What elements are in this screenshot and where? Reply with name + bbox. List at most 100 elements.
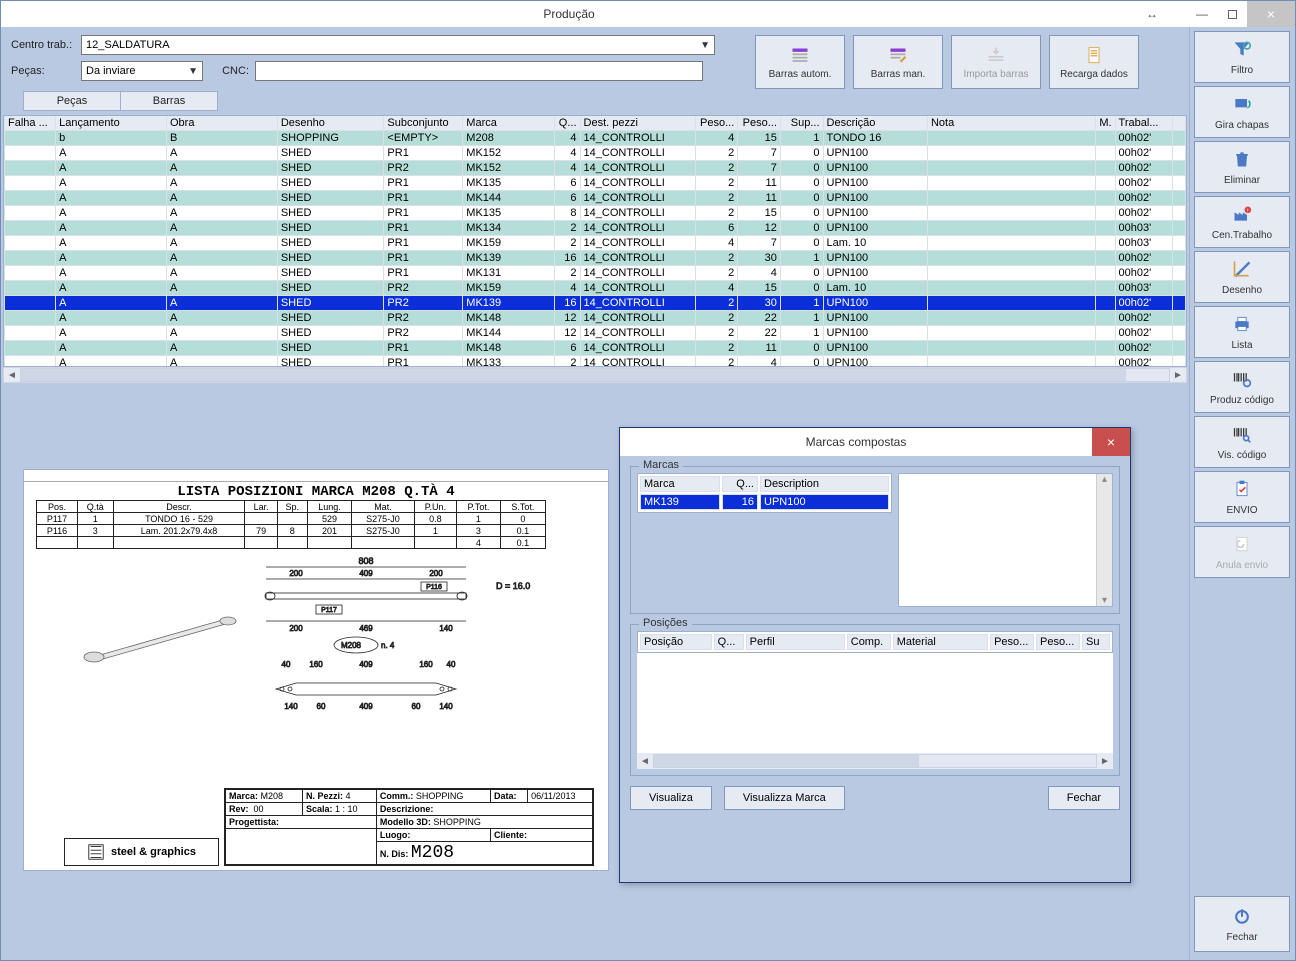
table-row[interactable]: bBSHOPPING<EMPTY>M208414_CONTROLLI4151TO…: [5, 131, 1186, 146]
svg-text:n. 4: n. 4: [381, 641, 395, 650]
pecas-select[interactable]: Da inviare ▼: [81, 61, 203, 81]
drawing-title: LISTA POSIZIONI MARCA M208 Q.TÀ 4: [24, 484, 608, 500]
clipboard-check-icon: [1231, 479, 1253, 504]
main-grid[interactable]: Falha ...LançamentoObraDesenhoSubconjunt…: [3, 115, 1187, 367]
scroll-right-icon[interactable]: ►: [1170, 368, 1186, 382]
table-row[interactable]: MK13916UPN100: [640, 494, 889, 510]
grid-header[interactable]: Subconjunto: [384, 116, 463, 131]
grid-header[interactable]: Marca: [463, 116, 555, 131]
maximize-button[interactable]: [1217, 1, 1247, 27]
filtro-button[interactable]: Filtro: [1194, 31, 1290, 83]
lista-button[interactable]: Lista: [1194, 306, 1290, 358]
scroll-left-icon[interactable]: ◄: [4, 368, 20, 382]
table-row[interactable]: AASHEDPR1MK131214_CONTROLLI240UPN10000h0…: [5, 266, 1186, 281]
grid-header[interactable]: Obra: [167, 116, 278, 131]
visualiza-button[interactable]: Visualiza: [630, 786, 712, 810]
cnc-input[interactable]: [255, 61, 703, 81]
chevron-down-icon: ▼: [700, 40, 710, 51]
grid-header[interactable]: Desenho: [277, 116, 384, 131]
grid-hscrollbar[interactable]: ◄ ►: [3, 367, 1187, 383]
barcode-gear-icon: [1231, 369, 1253, 394]
grid-header[interactable]: Sup...: [780, 116, 823, 131]
resize-icon[interactable]: ↔: [1137, 1, 1167, 27]
svg-text:40: 40: [282, 660, 291, 669]
tabs: Peças Barras: [1, 91, 1189, 111]
dialog-buttons: Visualiza Visualizza Marca Fechar: [620, 786, 1130, 820]
table-row[interactable]: AASHEDPR1MK152414_CONTROLLI270UPN10000h0…: [5, 146, 1186, 161]
envio-button[interactable]: ENVIO: [1194, 471, 1290, 523]
grid-header[interactable]: Descrição: [823, 116, 927, 131]
centrabalho-button[interactable]: ! Cen.Trabalho: [1194, 196, 1290, 248]
grid-header[interactable]: Nota: [927, 116, 1095, 131]
barras-man-button[interactable]: Barras man.: [853, 35, 943, 89]
marcas-notes[interactable]: ▴▾: [898, 473, 1113, 607]
vis-codigo-button[interactable]: Vis. código: [1194, 416, 1290, 468]
grid-header[interactable]: Lançamento: [56, 116, 167, 131]
grid-header[interactable]: Peso...: [738, 116, 781, 131]
scroll-left-icon[interactable]: ◄: [637, 754, 653, 768]
desenho-button[interactable]: Desenho: [1194, 251, 1290, 303]
table-row[interactable]: AASHEDPR1MK135614_CONTROLLI2110UPN10000h…: [5, 176, 1186, 191]
table-row[interactable]: AASHEDPR1MK144614_CONTROLLI2110UPN10000h…: [5, 191, 1186, 206]
grid-header[interactable]: M.: [1096, 116, 1115, 131]
centro-trab-select[interactable]: 12_SALDATURA ▼: [81, 35, 715, 55]
tab-barras[interactable]: Barras: [120, 91, 218, 111]
svg-text:60: 60: [317, 702, 326, 711]
posicoes-grid[interactable]: PosiçãoQ...PerfilComp.MaterialPeso...Pes…: [637, 631, 1113, 753]
dialog-close-button[interactable]: ×: [1092, 428, 1130, 456]
posicoes-hscrollbar[interactable]: ◄ ►: [637, 753, 1113, 769]
svg-text:P116: P116: [426, 584, 442, 591]
svg-text:160: 160: [419, 660, 433, 669]
visualizza-marca-button[interactable]: Visualizza Marca: [724, 786, 845, 810]
table-row[interactable]: AASHEDPR2MK1391614_CONTROLLI2301UPN10000…: [5, 296, 1186, 311]
scroll-down-icon[interactable]: ▾: [1102, 595, 1107, 606]
list-edit-icon: [887, 45, 909, 67]
anula-envio-button[interactable]: Anula envio: [1194, 526, 1290, 578]
grid-header[interactable]: [1173, 116, 1186, 131]
grid-header[interactable]: Peso...: [695, 116, 738, 131]
fechar-button[interactable]: Fechar: [1194, 896, 1290, 952]
eliminar-button[interactable]: Eliminar: [1194, 141, 1290, 193]
grid-header[interactable]: Falha ...: [5, 116, 56, 131]
grid-header[interactable]: Trabal...: [1115, 116, 1173, 131]
recarga-dados-button[interactable]: Recarga dados: [1049, 35, 1139, 89]
main-toolbar: Barras autom. Barras man. Importa barras…: [737, 35, 1139, 89]
barras-autom-button[interactable]: Barras autom.: [755, 35, 845, 89]
close-button[interactable]: ×: [1247, 1, 1295, 27]
gira-chapas-button[interactable]: Gira chapas: [1194, 86, 1290, 138]
tab-pecas[interactable]: Peças: [23, 91, 121, 111]
dialog-titlebar[interactable]: Marcas compostas ×: [620, 428, 1130, 456]
svg-text:469: 469: [359, 624, 373, 633]
scroll-right-icon[interactable]: ►: [1097, 754, 1113, 768]
grid-header[interactable]: Q...: [554, 116, 580, 131]
import-icon: [985, 45, 1007, 67]
importa-barras-button[interactable]: Importa barras: [951, 35, 1041, 89]
marcas-grid[interactable]: MarcaQ...Description MK13916UPN100: [637, 473, 892, 607]
top-form: Centro trab.: 12_SALDATURA ▼ Peças: Da i…: [1, 27, 1189, 91]
table-row[interactable]: AASHEDPR2MK1481214_CONTROLLI2221UPN10000…: [5, 311, 1186, 326]
centro-trab-value: 12_SALDATURA: [86, 39, 170, 51]
minimize-button[interactable]: —: [1187, 1, 1217, 27]
produz-codigo-button[interactable]: Produz código: [1194, 361, 1290, 413]
ruler-icon: [1231, 259, 1253, 284]
table-row[interactable]: AASHEDPR2MK159414_CONTROLLI4150Lam. 1000…: [5, 281, 1186, 296]
dialog-fechar-button[interactable]: Fechar: [1048, 786, 1120, 810]
table-row[interactable]: AASHEDPR1MK148614_CONTROLLI2110UPN10000h…: [5, 341, 1186, 356]
list-icon: [789, 45, 811, 67]
dialog-title: Marcas compostas: [620, 435, 1092, 449]
grid-header[interactable]: Dest. pezzi: [580, 116, 695, 131]
window-title: Produção: [1, 7, 1137, 21]
table-row[interactable]: AASHEDPR2MK152414_CONTROLLI270UPN10000h0…: [5, 161, 1186, 176]
table-row[interactable]: AASHEDPR1MK134214_CONTROLLI6120UPN10000h…: [5, 221, 1186, 236]
document-icon: [1083, 45, 1105, 67]
table-row[interactable]: AASHEDPR2MK1441214_CONTROLLI2221UPN10000…: [5, 326, 1186, 341]
table-row[interactable]: AASHEDPR1MK159214_CONTROLLI470Lam. 1000h…: [5, 236, 1186, 251]
clipboard-undo-icon: [1231, 534, 1253, 559]
table-row[interactable]: AASHEDPR1MK135814_CONTROLLI2150UPN10000h…: [5, 206, 1186, 221]
rotate-icon: [1231, 94, 1253, 119]
svg-text:808: 808: [358, 556, 373, 566]
scroll-up-icon[interactable]: ▴: [1102, 474, 1107, 485]
table-row[interactable]: AASHEDPR1MK1391614_CONTROLLI2301UPN10000…: [5, 251, 1186, 266]
svg-text:409: 409: [359, 569, 373, 578]
table-row[interactable]: AASHEDPR1MK133214_CONTROLLI240UPN10000h0…: [5, 356, 1186, 368]
